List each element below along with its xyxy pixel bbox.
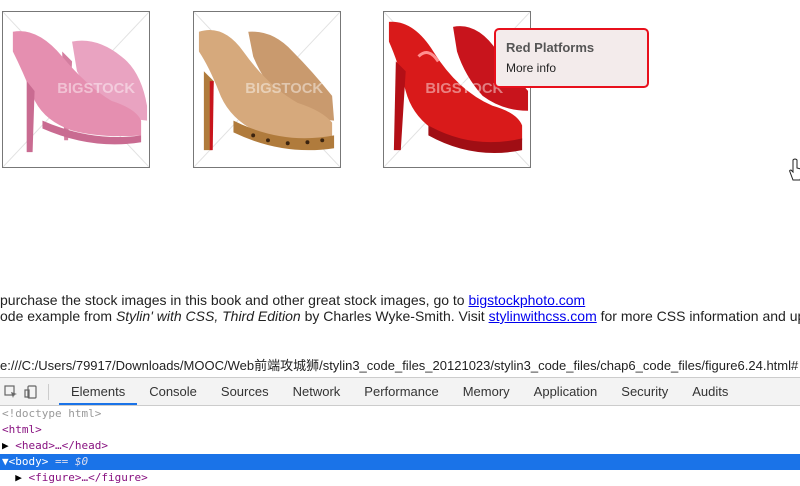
tab-network[interactable]: Network (281, 378, 353, 405)
hand-cursor-icon (789, 158, 800, 181)
credits-text: purchase the stock images in this book a… (0, 292, 469, 308)
tab-elements[interactable]: Elements (59, 378, 138, 405)
devtools-toolbar: Elements Console Sources Network Perform… (0, 378, 800, 406)
dom-node-html[interactable]: <html> (0, 422, 800, 438)
tab-console[interactable]: Console (137, 378, 209, 405)
product-image-pink-heels[interactable]: BIGSTOCK (2, 11, 150, 168)
expand-arrow-icon[interactable]: ▶ (2, 439, 9, 452)
popup-title: Red Platforms (506, 40, 595, 55)
tab-audits[interactable]: Audits (680, 378, 740, 405)
credits-text: by Charles Wyke-Smith. Visit (300, 308, 489, 324)
bigstockphoto-link[interactable]: bigstockphoto.com (468, 292, 585, 308)
more-info-link[interactable]: More info (506, 61, 637, 75)
collapse-arrow-icon[interactable]: ▼ (2, 455, 9, 468)
watermark-text: BIGSTOCK (425, 81, 503, 97)
leopard-heels-image: BIGSTOCK (194, 12, 340, 167)
dom-node-doctype[interactable]: <!doctype html> (0, 406, 800, 422)
stylinwithcss-link[interactable]: stylinwithcss.com (489, 308, 597, 324)
tab-performance[interactable]: Performance (352, 378, 450, 405)
dom-tree: <!doctype html> <html> ▶ <head>…</head> … (0, 406, 800, 486)
tab-sources[interactable]: Sources (209, 378, 281, 405)
image-credits: purchase the stock images in this book a… (0, 292, 800, 324)
book-title: Stylin' with CSS, Third Edition (115, 308, 301, 324)
tab-application[interactable]: Application (522, 378, 610, 405)
expand-arrow-icon[interactable]: ▶ (15, 471, 22, 484)
inspect-element-icon[interactable] (2, 383, 20, 401)
product-image-leopard-heels[interactable]: BIGSTOCK (193, 11, 341, 168)
toolbar-divider (48, 383, 49, 400)
tab-security[interactable]: Security (609, 378, 680, 405)
pink-heels-image: BIGSTOCK (3, 12, 149, 167)
credits-line-1: purchase the stock images in this book a… (0, 292, 800, 308)
image-caption-popup: Red Platforms More info (494, 28, 649, 88)
dom-node-figure[interactable]: ▶ <figure>…</figure> (0, 470, 800, 486)
credits-text: ode example from (0, 308, 116, 324)
credits-text: for more CSS information and up (596, 308, 800, 324)
watermark-text: BIGSTOCK (57, 81, 135, 97)
url-text: e:///C:/Users/79917/Downloads/MOOC/Web前端… (0, 358, 799, 373)
watermark-text: BIGSTOCK (245, 81, 323, 97)
devtools-panel: Elements Console Sources Network Perform… (0, 377, 800, 486)
tab-memory[interactable]: Memory (451, 378, 522, 405)
dom-node-head[interactable]: ▶ <head>…</head> (0, 438, 800, 454)
address-bar[interactable]: e:///C:/Users/79917/Downloads/MOOC/Web前端… (0, 355, 800, 377)
dom-node-body[interactable]: ▼<body> == $0 (0, 454, 800, 470)
credits-line-2: ode example from Stylin' with CSS, Third… (0, 308, 800, 324)
device-toolbar-icon[interactable] (22, 383, 40, 401)
